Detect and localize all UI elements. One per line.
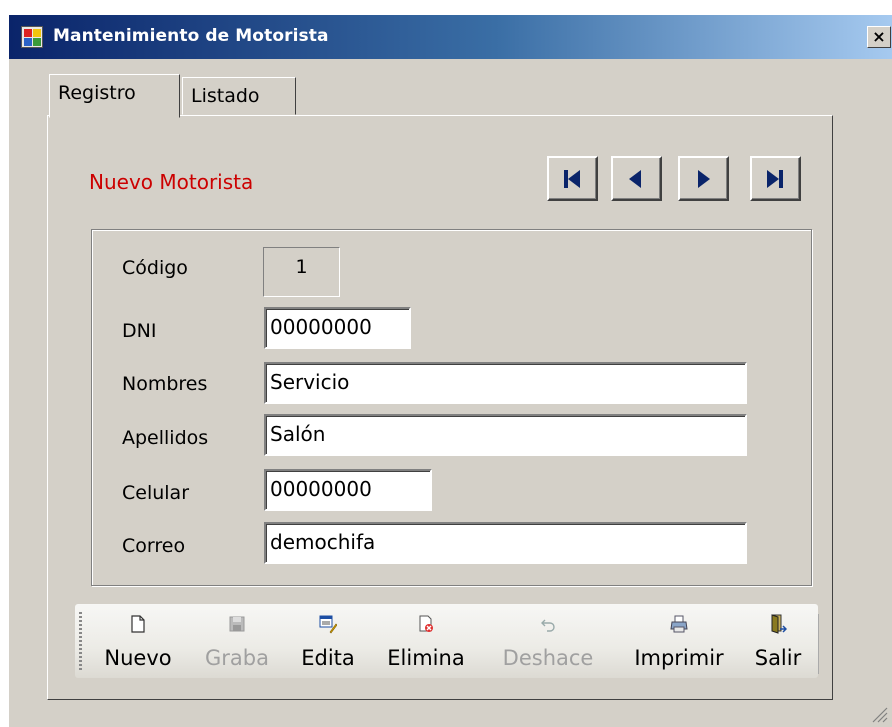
edita-button[interactable]: Edita [291, 606, 365, 676]
celular-label: Celular [122, 482, 190, 504]
nombres-field[interactable]: Servicio [264, 362, 747, 404]
apellidos-label: Apellidos [122, 427, 209, 449]
form-title: Nuevo Motorista [89, 170, 254, 194]
last-icon [767, 170, 783, 188]
toolbar-end-separator [818, 614, 819, 674]
nuevo-label: Nuevo [104, 646, 172, 670]
next-icon [698, 170, 710, 188]
elimina-label: Elimina [387, 646, 465, 670]
apellidos-field[interactable]: Salón [264, 414, 747, 456]
tab-listado[interactable]: Listado [182, 77, 296, 115]
dni-label: DNI [122, 320, 157, 342]
dni-field[interactable]: 00000000 [264, 307, 411, 349]
nuevo-button[interactable]: Nuevo [95, 606, 181, 676]
previous-record-button[interactable] [611, 156, 662, 201]
last-record-button[interactable] [750, 156, 801, 201]
graba-label: Graba [205, 646, 269, 670]
codigo-value: 1 [263, 247, 340, 297]
action-toolbar: Nuevo Graba Edita Elimina Deshace Imprim… [75, 604, 819, 678]
imprimir-label: Imprimir [634, 646, 724, 670]
deshace-label: Deshace [502, 646, 594, 670]
correo-label: Correo [122, 535, 186, 557]
salir-label: Salir [754, 646, 802, 670]
first-record-button[interactable] [547, 156, 598, 201]
graba-button[interactable]: Graba [196, 606, 278, 676]
edit-icon [319, 615, 337, 634]
correo-field[interactable]: demochifa [264, 522, 747, 564]
toolbar-grip[interactable] [79, 612, 82, 672]
deshace-button[interactable]: Deshace [486, 606, 610, 676]
title-bar: Mantenimiento de Motorista × [9, 15, 892, 59]
delete-icon [419, 615, 433, 632]
imprimir-button[interactable]: Imprimir [620, 606, 738, 676]
edita-label: Edita [301, 646, 355, 670]
nombres-label: Nombres [122, 373, 208, 395]
resize-grip-icon[interactable] [868, 703, 888, 723]
undo-icon [541, 619, 555, 632]
elimina-button[interactable]: Elimina [377, 606, 475, 676]
save-icon [229, 616, 245, 632]
previous-icon [629, 170, 641, 188]
next-record-button[interactable] [678, 156, 729, 201]
salir-button[interactable]: Salir [742, 606, 814, 676]
app-icon [21, 26, 43, 48]
codigo-label: Código [122, 257, 188, 279]
exit-door-icon [771, 614, 787, 634]
celular-field[interactable]: 00000000 [264, 469, 432, 511]
new-document-icon [131, 615, 145, 633]
printer-icon [670, 615, 688, 633]
close-button[interactable]: × [867, 26, 891, 48]
tab-registro[interactable]: Registro [49, 74, 180, 118]
first-icon [564, 170, 580, 188]
window-title: Mantenimiento de Motorista [53, 26, 329, 46]
